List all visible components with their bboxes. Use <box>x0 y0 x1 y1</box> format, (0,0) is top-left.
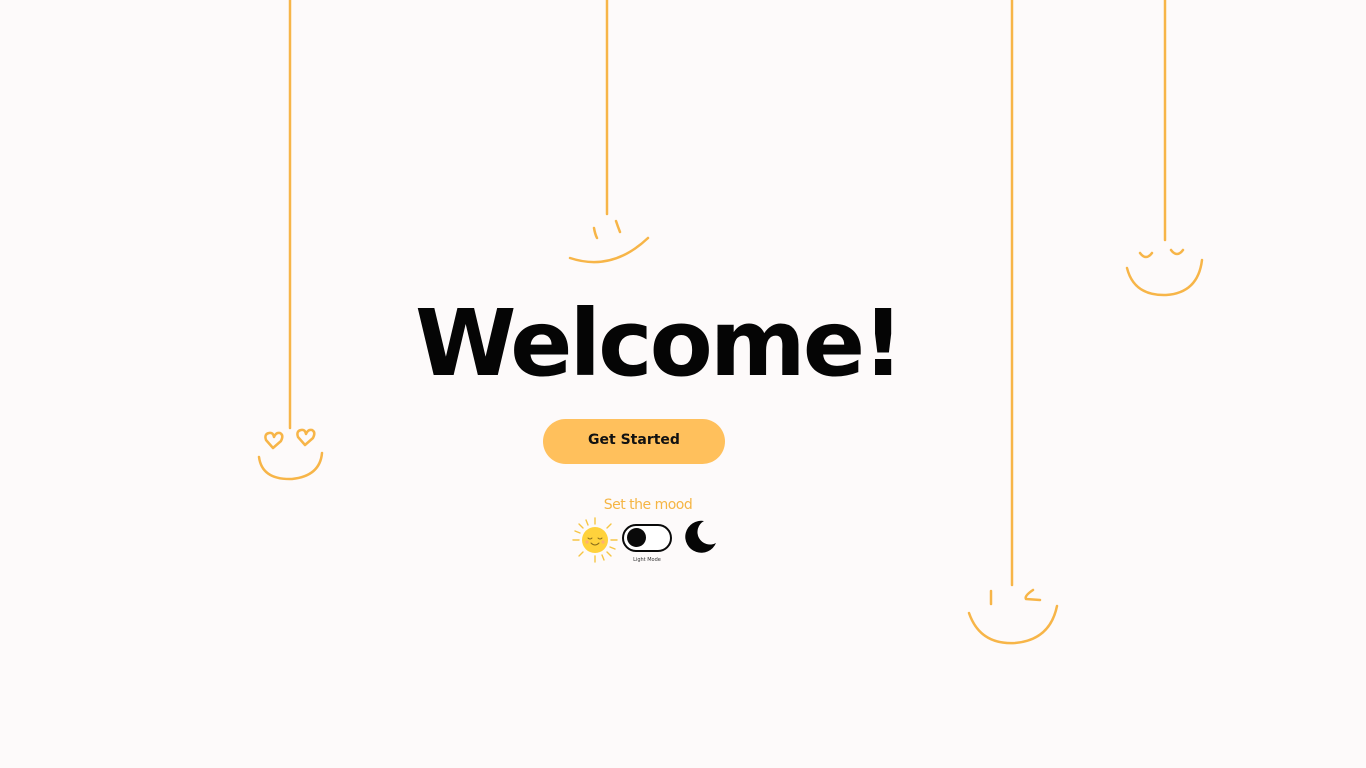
get-started-button[interactable]: Get Started <box>543 419 725 464</box>
smile-face-icon <box>568 0 650 264</box>
toggle-caption: Light Mode <box>633 557 661 563</box>
welcome-screen: Welcome! Get Started Set the mood Light … <box>0 0 1366 768</box>
page-title: Welcome! <box>414 290 904 397</box>
mood-label: Set the mood <box>603 497 693 513</box>
theme-toggle[interactable] <box>622 524 672 552</box>
moon-icon <box>685 520 716 553</box>
theme-switcher: Light Mode <box>572 516 722 568</box>
heart-eyes-face-icon <box>257 0 324 481</box>
toggle-knob <box>627 528 646 547</box>
happy-closed-eyes-face-icon <box>1125 0 1204 297</box>
sun-icon <box>572 517 618 563</box>
